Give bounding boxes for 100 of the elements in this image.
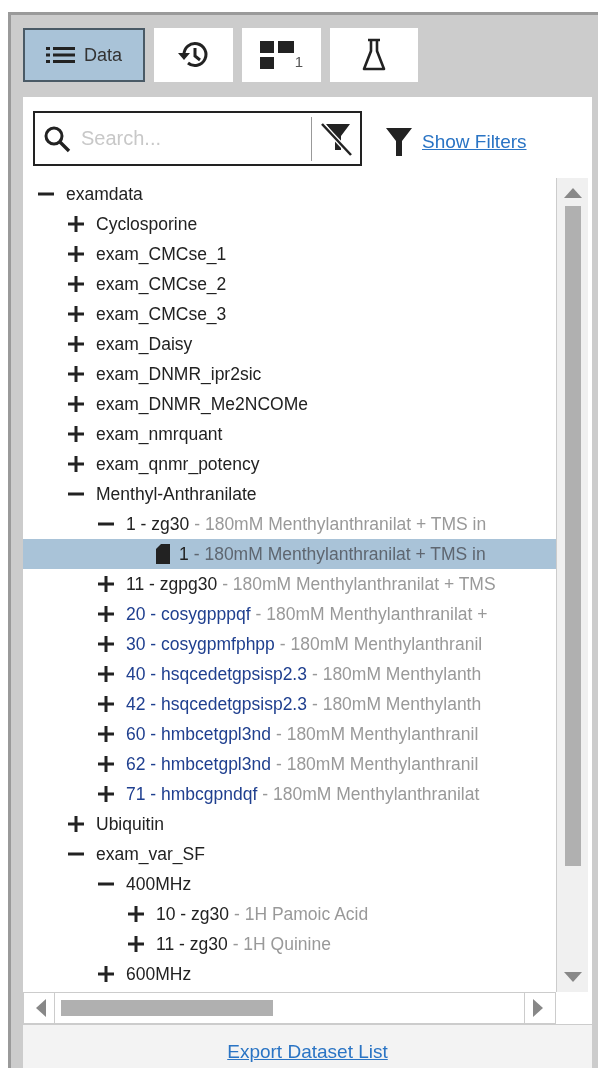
expand-icon[interactable] xyxy=(97,785,115,803)
expand-icon[interactable] xyxy=(97,635,115,653)
expand-icon[interactable] xyxy=(67,455,85,473)
node-label: exam_qnmr_potency xyxy=(96,453,260,475)
horizontal-scrollbar[interactable] xyxy=(23,992,556,1024)
tree-row[interactable]: exam_CMCse_1 xyxy=(23,239,556,269)
tree-row[interactable]: 60 - hmbcetgpl3nd - 180mM Menthylanthranil xyxy=(23,719,556,749)
node-description: - 1H Pamoic Acid xyxy=(233,903,369,925)
node-label: 60 - hmbcetgpl3nd xyxy=(126,723,271,745)
node-label: examdata xyxy=(66,183,143,205)
expand-icon[interactable] xyxy=(67,275,85,293)
tree-row[interactable]: exam_var_SF xyxy=(23,839,556,869)
tree-row[interactable]: 62 - hmbcetgpl3nd - 180mM Menthylanthranil xyxy=(23,749,556,779)
tree-row[interactable]: 1 - 180mM Menthylanthranilat + TMS in xyxy=(23,539,556,569)
tree-row[interactable]: exam_DNMR_ipr2sic xyxy=(23,359,556,389)
expand-icon[interactable] xyxy=(67,425,85,443)
tree-row[interactable]: 600MHz xyxy=(23,959,556,989)
node-label: 11 - zg30 xyxy=(156,933,228,955)
node-description: - 180mM Menthylanth xyxy=(311,663,482,685)
tree-row[interactable]: 40 - hsqcedetgpsisp2.3 - 180mM Menthylanth xyxy=(23,659,556,689)
node-label: Ubiquitin xyxy=(96,813,165,835)
tree-row[interactable]: 11 - zg30 - 1H Quinine xyxy=(23,929,556,959)
expand-icon[interactable] xyxy=(97,605,115,623)
tree-row[interactable]: 1 - zg30 - 180mM Menthylanthranilat + TMS in xyxy=(23,509,556,539)
node-label: 42 - hsqcedetgpsisp2.3 xyxy=(126,693,307,715)
up-arrow-icon[interactable] xyxy=(563,186,582,198)
tree-row[interactable]: 20 - cosygpppqf - 180mM Menthylanthranilat + xyxy=(23,599,556,629)
tab[interactable] xyxy=(154,28,233,82)
node-description: - 1H Quinine xyxy=(232,933,331,955)
node-description: - 180mM Menthylanthranilat + TMS xyxy=(222,573,496,595)
tree-row[interactable]: exam_CMCse_3 xyxy=(23,299,556,329)
tree-row[interactable]: 10 - zg30 - 1H Pamoic Acid xyxy=(23,899,556,929)
node-label: 62 - hmbcetgpl3nd xyxy=(126,753,271,775)
tree-row[interactable]: Menthyl-Anthranilate xyxy=(23,479,556,509)
node-label: exam_var_SF xyxy=(96,843,205,865)
node-label: exam_CMCse_3 xyxy=(96,303,227,325)
tree-row[interactable]: Cyclosporine xyxy=(23,209,556,239)
tree-row[interactable]: Ubiquitin xyxy=(23,809,556,839)
node-label: 400MHz xyxy=(126,873,192,895)
tree-row[interactable]: 71 - hmbcgpndqf - 180mM Menthylanthranilat xyxy=(23,779,556,809)
node-label: exam_CMCse_2 xyxy=(96,273,227,295)
node-label: 10 - zg30 xyxy=(156,903,229,925)
expand-icon[interactable] xyxy=(67,305,85,323)
tree-row[interactable]: 30 - cosygpmfphpp - 180mM Menthylanthranil xyxy=(23,629,556,659)
expand-icon[interactable] xyxy=(67,815,85,833)
node-description: - 180mM Menthylanthranil xyxy=(275,723,479,745)
tree-row[interactable]: exam_CMCse_2 xyxy=(23,269,556,299)
node-description: - 180mM Menthylanthranilat + TMS in xyxy=(194,513,487,535)
expand-icon[interactable] xyxy=(97,755,115,773)
expand-icon[interactable] xyxy=(97,575,115,593)
expand-icon[interactable] xyxy=(97,665,115,683)
node-description: - 180mM Menthylanthranil xyxy=(279,633,483,655)
expand-icon[interactable] xyxy=(127,935,145,953)
tree-row[interactable]: 42 - hsqcedetgpsisp2.3 - 180mM Menthylanth xyxy=(23,689,556,719)
tree-row[interactable]: exam_qnmr_potency xyxy=(23,449,556,479)
node-label: 40 - hsqcedetgpsisp2.3 xyxy=(126,663,307,685)
tab[interactable] xyxy=(330,28,418,82)
node-label: 30 - cosygpmfphpp xyxy=(126,633,275,655)
node-label: exam_Daisy xyxy=(96,333,193,355)
left-arrow-icon[interactable] xyxy=(34,999,46,1017)
node-label: exam_DNMR_ipr2sic xyxy=(96,363,262,385)
tree-row[interactable]: exam_Daisy xyxy=(23,329,556,359)
node-label: exam_nmrquant xyxy=(96,423,223,445)
file-icon xyxy=(156,544,170,564)
expand-icon[interactable] xyxy=(67,215,85,233)
right-arrow-icon[interactable] xyxy=(533,999,545,1017)
node-label: exam_DNMR_Me2NCOMe xyxy=(96,393,308,415)
tab[interactable]: Data xyxy=(23,28,145,82)
list-icon xyxy=(46,46,76,64)
tree-row[interactable]: examdata xyxy=(23,179,556,209)
tree-row[interactable]: 400MHz xyxy=(23,869,556,899)
node-label: exam_CMCse_1 xyxy=(96,243,227,265)
down-arrow-icon[interactable] xyxy=(563,972,582,984)
expand-icon[interactable] xyxy=(67,395,85,413)
search-icon xyxy=(43,124,71,153)
scroll-thumb[interactable] xyxy=(61,1000,273,1016)
filter-off-icon[interactable] xyxy=(320,121,352,156)
tree-row[interactable]: exam_DNMR_Me2NCOMe xyxy=(23,389,556,419)
node-label: 71 - hmbcgpndqf xyxy=(126,783,258,805)
node-label: Cyclosporine xyxy=(96,213,198,235)
grid-icon xyxy=(259,41,294,69)
node-label: 11 - zgpg30 xyxy=(126,573,218,595)
node-label: 20 - cosygpppqf xyxy=(126,603,251,625)
vertical-scrollbar[interactable] xyxy=(556,178,588,992)
count-label: 1 xyxy=(294,54,304,69)
expand-icon[interactable] xyxy=(97,965,115,983)
show-filters-link[interactable]: Show Filters xyxy=(422,130,527,153)
expand-icon[interactable] xyxy=(67,365,85,383)
expand-icon[interactable] xyxy=(97,725,115,743)
tab[interactable]: 1 xyxy=(242,28,321,82)
scroll-thumb[interactable] xyxy=(564,206,581,866)
expand-icon[interactable] xyxy=(67,245,85,263)
tree-row[interactable]: 11 - zgpg30 - 180mM Menthylanthranilat + TMS xyxy=(23,569,556,599)
tree-row[interactable]: exam_nmrquant xyxy=(23,419,556,449)
node-label: 1 - zg30 xyxy=(126,513,190,535)
expand-icon[interactable] xyxy=(97,695,115,713)
expand-icon[interactable] xyxy=(127,905,145,923)
node-description: - 180mM Menthylanthranil xyxy=(275,753,479,775)
expand-icon[interactable] xyxy=(67,335,85,353)
export-link[interactable]: Export Dataset List xyxy=(227,1040,388,1063)
